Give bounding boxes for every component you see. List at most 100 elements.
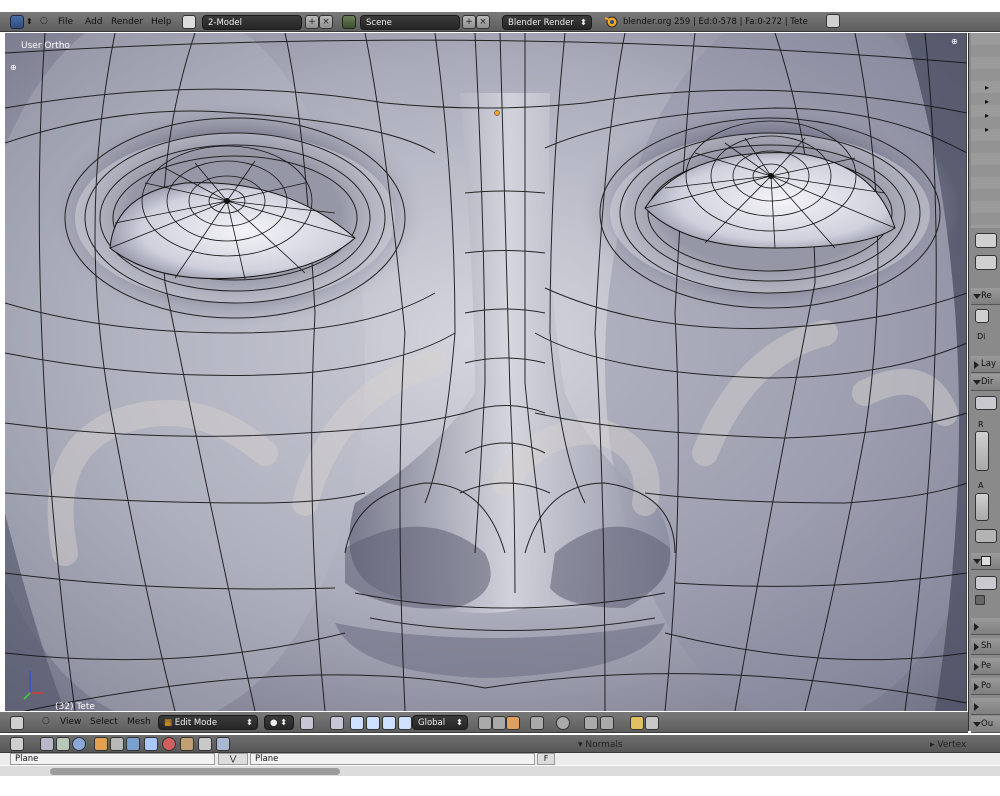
active-object-label: (32) Tete (55, 702, 95, 711)
resolution-label: R (978, 420, 984, 429)
edge-select-icon[interactable] (492, 716, 506, 730)
aspect-label: A (978, 481, 984, 490)
menu-render[interactable]: Render (111, 12, 143, 32)
render-engine-select[interactable]: Blender Render ⬍ (502, 15, 592, 30)
vertex-select-icon[interactable] (478, 716, 492, 730)
collapse-icon[interactable]: ○ (42, 716, 50, 726)
modifiers-context-icon[interactable] (126, 737, 140, 751)
chevron-updown-icon: ⬍ (455, 718, 463, 728)
translate-icon[interactable] (350, 716, 364, 730)
panel-stamp[interactable] (971, 698, 1000, 715)
face-select-icon[interactable] (506, 716, 520, 730)
render-preview-icon[interactable] (630, 716, 644, 730)
proportional-icon[interactable] (556, 716, 570, 730)
aspect-field[interactable] (975, 493, 989, 521)
3d-viewport[interactable]: User Ortho ⊕ ⊕ (32) Tete (5, 33, 967, 711)
panel-motion-blur[interactable] (971, 618, 1000, 635)
outliner-arrow-icon[interactable]: ▸ (985, 111, 989, 120)
add-scene-button[interactable]: + (462, 15, 476, 29)
3d-view-editor-icon[interactable] (10, 716, 24, 730)
scrollbar-thumb[interactable] (50, 768, 340, 775)
scene-field[interactable]: Scene (360, 15, 460, 30)
screen-layout-field[interactable]: 2-Model (202, 15, 302, 30)
fake-user-button[interactable]: F (537, 753, 555, 765)
panel-dimensions-label: Dir (981, 377, 994, 387)
particles-context-icon[interactable] (198, 737, 212, 751)
rotate-icon[interactable] (366, 716, 380, 730)
collapse-icon[interactable]: ○ (40, 16, 48, 26)
info-editor-icon[interactable] (10, 15, 24, 29)
properties-type-icon[interactable] (975, 233, 997, 248)
delete-screen-button[interactable]: × (319, 15, 333, 29)
mode-select[interactable]: ▦ Edit Mode ⬍ (158, 715, 258, 730)
data-context-icon[interactable] (144, 737, 158, 751)
preset-icon[interactable] (975, 396, 997, 410)
menu-file[interactable]: File (58, 12, 73, 32)
orientation-select[interactable]: Global ⬍ (412, 715, 468, 730)
render-anim-icon[interactable] (645, 716, 659, 730)
outliner-arrow-icon[interactable]: ▸ (985, 97, 989, 106)
render-context-icon[interactable] (40, 737, 54, 751)
delete-scene-button[interactable]: × (476, 15, 490, 29)
properties-panel[interactable]: ▸ ▸ ▸ ▸ Re Di Lay Dir R A Sh Pe Po Ou (968, 33, 1000, 733)
checkbox-icon[interactable] (981, 555, 991, 566)
collapse-icon (974, 623, 979, 631)
menu-select[interactable]: Select (90, 712, 118, 733)
scale-icon[interactable] (382, 716, 396, 730)
vertex-panel-label[interactable]: ▸ Vertex (930, 740, 966, 750)
outliner-arrow-icon[interactable]: ▸ (985, 83, 989, 92)
pivot-icon[interactable] (300, 716, 314, 730)
panel-shading[interactable]: Sh (971, 638, 1000, 655)
orientation-icon[interactable] (398, 716, 412, 730)
shading-select[interactable]: ● ⬍ (264, 715, 294, 730)
border-toggle[interactable] (975, 529, 997, 543)
panel-dimensions[interactable]: Dir (971, 374, 1000, 391)
scene-icon[interactable] (342, 15, 356, 29)
panel-performance[interactable]: Pe (971, 658, 1000, 675)
physics-context-icon[interactable] (216, 737, 230, 751)
snap-toggle-icon[interactable] (584, 716, 598, 730)
panel-output[interactable]: Ou (971, 716, 1000, 733)
filter-button[interactable] (975, 595, 985, 605)
panel-layers[interactable]: Lay (971, 356, 1000, 373)
collapse-icon (974, 663, 979, 671)
object-name-field[interactable]: Plane (10, 753, 215, 765)
manipulator-icon[interactable] (330, 716, 344, 730)
mode-label: Edit Mode (174, 718, 218, 728)
scene-context-icon[interactable] (56, 737, 70, 751)
outliner-arrow-icon[interactable]: ▸ (985, 125, 989, 134)
material-context-icon[interactable] (162, 737, 176, 751)
face-mesh[interactable] (5, 33, 967, 711)
snap-element-icon[interactable] (600, 716, 614, 730)
object-context-icon[interactable] (94, 737, 108, 751)
menu-view[interactable]: View (60, 712, 81, 733)
chevron-down-icon[interactable]: ⋁ (218, 753, 248, 765)
resolution-field[interactable] (975, 431, 989, 471)
add-region-icon[interactable]: ⊕ (10, 63, 17, 72)
menu-mesh[interactable]: Mesh (127, 712, 151, 733)
add-screen-button[interactable]: + (305, 15, 319, 29)
panel-post-processing[interactable]: Po (971, 678, 1000, 695)
texture-context-icon[interactable] (180, 737, 194, 751)
chevron-updown-icon[interactable]: ⬍ (26, 17, 33, 26)
normals-panel-label[interactable]: ▾ Normals (578, 740, 623, 750)
object-origin (494, 110, 500, 116)
fullscreen-icon[interactable] (826, 14, 840, 28)
world-context-icon[interactable] (72, 737, 86, 751)
solid-shading-icon: ● ⬍ (270, 718, 288, 728)
menu-help[interactable]: Help (151, 12, 172, 32)
properties-editor-icon[interactable] (10, 737, 24, 751)
blender-logo-icon (604, 14, 618, 28)
info-header (0, 12, 1000, 32)
screen-layout-icon[interactable] (182, 15, 196, 29)
region-toggle-icon[interactable]: ⊕ (951, 37, 958, 46)
panel-render[interactable]: Re (971, 288, 1000, 305)
constraints-context-icon[interactable] (110, 737, 124, 751)
context-icon[interactable] (975, 255, 997, 270)
panel-antialiasing[interactable] (971, 553, 1000, 570)
sample-button[interactable] (975, 576, 997, 590)
occlude-icon[interactable] (530, 716, 544, 730)
render-button[interactable] (975, 309, 989, 323)
menu-add[interactable]: Add (85, 12, 102, 32)
mesh-name-field[interactable]: Plane (250, 753, 535, 765)
